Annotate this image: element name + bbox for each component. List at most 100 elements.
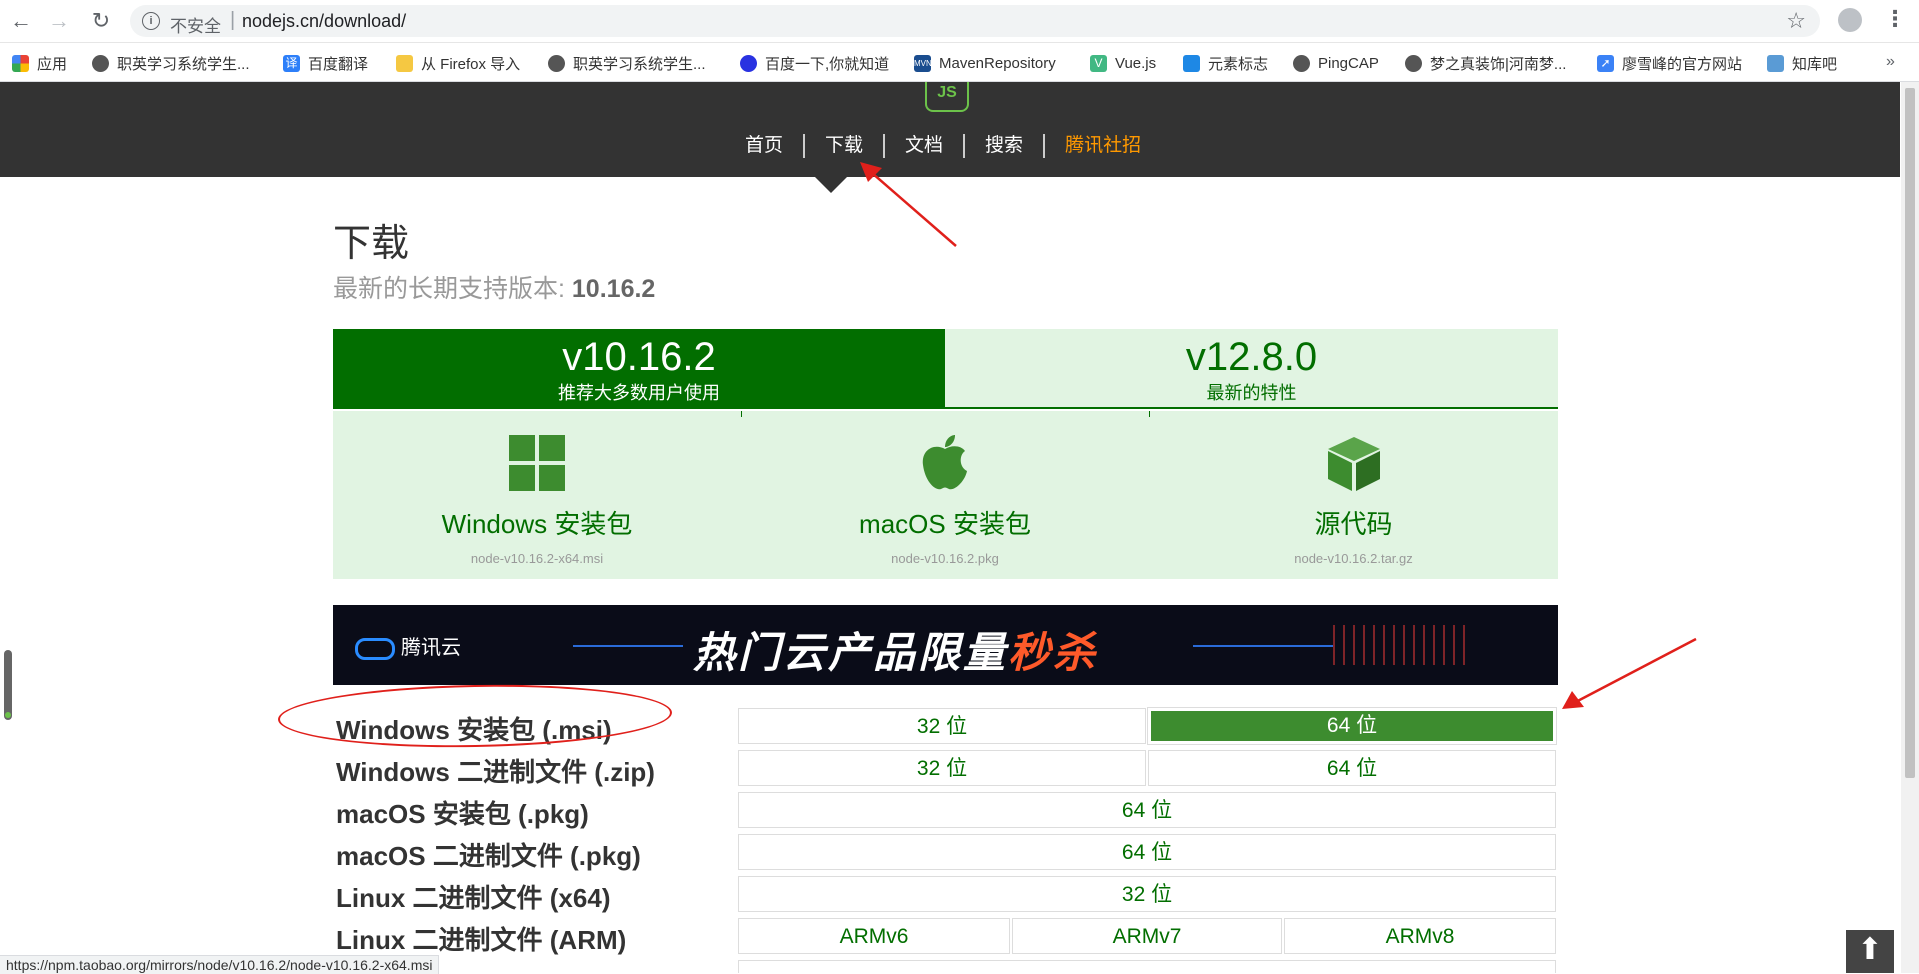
annotation-arrow [1562,637,1697,709]
rocket-icon: ➚ [1597,54,1614,72]
download-windows-file: node-v10.16.2-x64.msi [470,551,604,566]
tab-current-caption: 最新的特性 [1206,383,1297,403]
download-link-armv6[interactable]: ARMv6 [738,918,1010,954]
nav-item-docs[interactable]: 文档 [885,134,966,158]
windows-icon [509,435,565,491]
nodejs-logo-icon[interactable]: JS [925,82,969,112]
download-link-zip-64[interactable]: 64 位 [1148,750,1556,786]
vue-icon: V [1090,54,1107,72]
row-label-linux-x64: Linux 二进制文件 (x64) [336,883,611,913]
annotation-arrow [860,162,957,247]
nav-item-download[interactable]: 下载 [805,134,886,158]
url-text[interactable]: nodejs.cn/download/ [242,11,406,32]
lts-prefix: 最新的长期支持版本: [333,275,572,303]
apps-grid-icon [12,54,29,72]
bookmark-item[interactable]: 译百度翻译 [283,52,368,74]
globe-icon [548,54,565,72]
address-bar[interactable]: i 不安全 | nodejs.cn/download/ ☆ [130,5,1820,37]
download-link-msi-64[interactable]: 64 位 [1147,707,1557,745]
download-link-armv8[interactable]: ARMv8 [1284,918,1556,954]
download-source[interactable]: 源代码 node-v10.16.2.tar.gz [1149,411,1558,579]
download-windows-label: Windows 安装包 [441,509,633,539]
lts-version: 10.16.2 [571,275,656,303]
box-icon [1327,437,1380,491]
page-scrollbar[interactable] [1901,82,1919,973]
download-link-macos-binary-64[interactable]: 64 位 [738,834,1556,870]
tab-current-version: v12.8.0 [1185,335,1318,379]
row-label-macos-pkg: macOS 安装包 (.pkg) [336,799,589,829]
folder-icon [396,54,413,72]
download-windows[interactable]: Windows 安装包 node-v10.16.2-x64.msi [333,411,741,579]
download-macos-file: node-v10.16.2.pkg [891,551,999,566]
lts-info: 最新的长期支持版本: 10.16.2 [333,269,655,305]
row-label-macos-binary: macOS 二进制文件 (.pkg) [336,841,641,871]
tab-lts-caption: 推荐大多数用户使用 [558,383,720,403]
banner-decoration [573,645,683,647]
download-link-zip-32[interactable]: 32 位 [738,750,1146,786]
more-bookmarks-icon[interactable]: » [1886,53,1895,71]
download-source-file: node-v10.16.2.tar.gz [1294,551,1413,566]
insecure-label: 不安全 [170,17,221,36]
baidu-paw-icon [740,54,757,72]
bookmark-item[interactable]: ➚ 廖雪峰的官方网站 [1597,52,1742,74]
bookmark-item[interactable]: V Vue.js [1090,52,1156,74]
mvn-icon: MVN [914,54,932,72]
bookmark-item[interactable]: 从 Firefox 导入 [396,52,520,74]
download-macos[interactable]: macOS 安装包 node-v10.16.2.pkg [741,411,1149,579]
globe-icon [1405,54,1422,72]
bookmark-item[interactable]: 职英学习系统学生... [92,52,250,74]
download-link-next-row[interactable] [738,960,1556,973]
bookmarks-bar: 应用 职英学习系统学生... 译百度翻译 从 Firefox 导入 职英学习系统… [0,43,1919,82]
bookmark-item[interactable]: 元素标志 [1183,52,1268,74]
banner-headline: 热门云产品限量秒杀 [693,628,1099,677]
download-source-label: 源代码 [1314,509,1393,539]
download-link-linux-x64[interactable]: 32 位 [738,876,1556,912]
tab-current[interactable]: v12.8.0 最新的特性 [945,329,1558,409]
reload-icon[interactable]: ↻ [88,8,114,34]
page-viewport: JS 首页 下载 文档 搜索 腾讯社招 下载 最新的长期支持版本: 10.16.… [0,82,1900,973]
translate-icon: 译 [283,54,300,72]
apple-icon [922,435,967,490]
main-nav: 首页 下载 文档 搜索 腾讯社招 [725,134,1161,158]
bookmark-item[interactable]: 梦之真装饰|河南梦... [1405,52,1566,74]
bookmark-item[interactable]: PingCAP [1293,52,1379,74]
scrollbar-thumb[interactable] [1905,88,1915,778]
bookmark-item[interactable]: 应用 [12,52,67,74]
info-icon[interactable]: i [142,12,160,30]
back-arrow-icon[interactable]: ← [8,8,34,34]
browser-toolbar: ← → ↻ i 不安全 | nodejs.cn/download/ ☆ ⋮ [0,0,1919,43]
url-separator: | [230,9,236,31]
bookmark-item[interactable]: 百度一下,你就知道 [740,52,889,74]
download-link-msi-32[interactable]: 32 位 [738,708,1146,744]
nav-item-search[interactable]: 搜索 [965,134,1046,158]
bookmark-star-icon[interactable]: ☆ [1786,8,1806,34]
download-panel: Windows 安装包 node-v10.16.2-x64.msi macOS … [333,411,1558,579]
nav-item-tencent-jobs[interactable]: 腾讯社招 [1045,134,1161,158]
ad-banner[interactable]: 腾讯云 热门云产品限量秒杀 [333,605,1558,685]
back-to-top-button[interactable]: ⬆ [1846,930,1894,973]
tab-lts-version: v10.16.2 [562,335,716,379]
download-link-macos-pkg-64[interactable]: 64 位 [738,792,1556,828]
globe-icon [1293,54,1310,72]
profile-avatar-icon[interactable] [1838,8,1862,32]
bookmark-item[interactable]: 职英学习系统学生... [548,52,706,74]
forward-arrow-icon[interactable]: → [46,8,72,34]
nav-item-home[interactable]: 首页 [725,134,806,158]
row-label-windows-zip: Windows 二进制文件 (.zip) [336,757,655,787]
side-drag-handle[interactable] [4,650,12,720]
banner-decoration [1193,645,1333,647]
menu-kebab-icon[interactable]: ⋮ [1884,6,1906,32]
download-link-armv7[interactable]: ARMv7 [1012,918,1282,954]
tab-lts[interactable]: v10.16.2 推荐大多数用户使用 [333,329,945,409]
status-bar-url: https://npm.taobao.org/mirrors/node/v10.… [0,955,440,974]
annotation-circle [277,681,673,751]
banner-brand: 腾讯云 [355,631,461,660]
page-title: 下载 [333,223,410,265]
bookmark-item[interactable]: 知库吧 [1767,52,1837,74]
zhiku-icon [1767,54,1784,72]
download-macos-label: macOS 安装包 [859,509,1031,539]
bookmark-item[interactable]: MVN MavenRepository [914,52,1056,74]
banner-decoration [1333,625,1473,665]
shield-icon [1183,54,1200,72]
active-nav-caret [815,177,847,193]
